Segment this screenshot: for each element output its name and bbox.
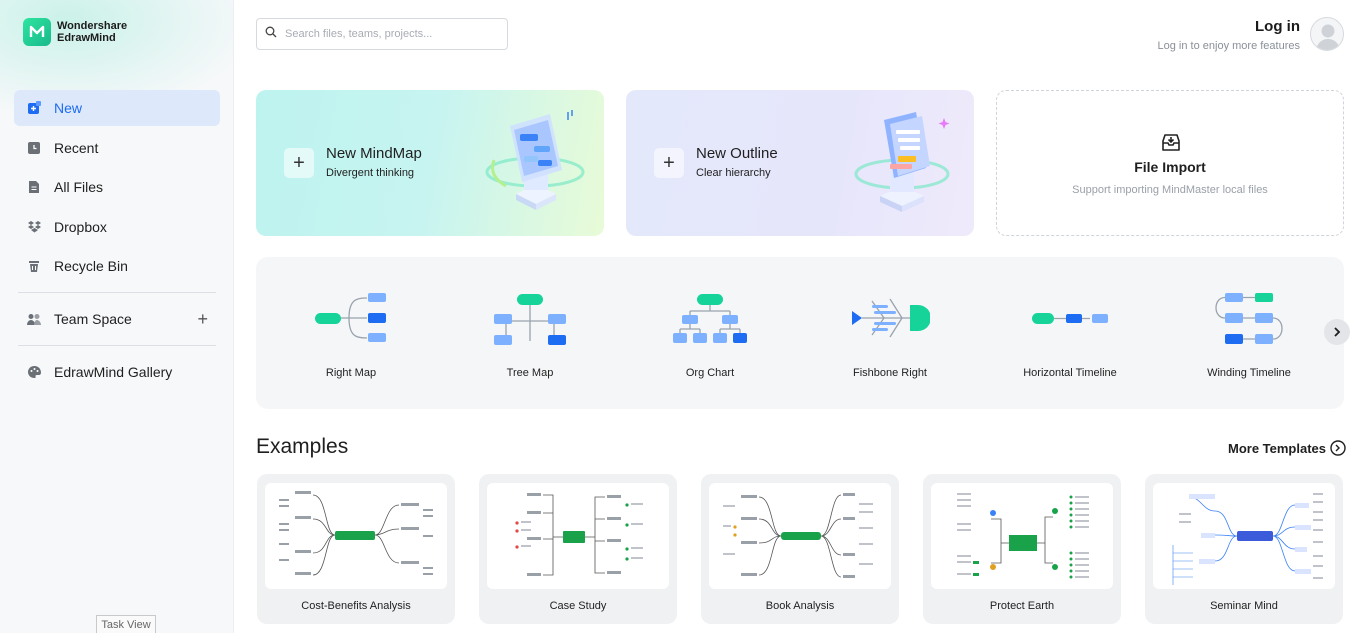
template-tree-map[interactable]: Tree Map: [440, 257, 620, 409]
plus-icon: +: [654, 148, 684, 178]
example-label: Cost-Benefits Analysis: [301, 600, 411, 612]
outline-illustration-icon: [854, 112, 950, 212]
next-templates-button[interactable]: [1324, 319, 1350, 345]
mindmap-illustration-icon: [485, 110, 585, 210]
example-card-cost-benefits[interactable]: Cost-Benefits Analysis: [257, 474, 455, 624]
sidebar-divider: [18, 345, 216, 346]
template-label: Right Map: [325, 367, 377, 379]
arrow-circle-icon: [1330, 440, 1346, 456]
example-card-book-analysis[interactable]: Book Analysis: [701, 474, 899, 624]
card-title: New MindMap: [326, 145, 422, 162]
brand-line-1: Wondershare: [57, 20, 128, 32]
template-strip: Right Map Tree Map Org Chart Fishbone Ri…: [256, 257, 1344, 409]
mindmap-thumbnail-icon: [723, 493, 873, 578]
login-area[interactable]: Log in Log in to enjoy more features: [1158, 18, 1300, 52]
example-thumbnail: [487, 483, 669, 589]
trash-icon: [26, 258, 42, 274]
sidebar-item-recent[interactable]: Recent: [14, 130, 220, 166]
sidebar-item-all-files[interactable]: All Files: [14, 169, 220, 205]
right-map-icon: [315, 293, 386, 342]
import-tray-icon: [1162, 134, 1180, 151]
template-fishbone-right[interactable]: Fishbone Right: [800, 257, 980, 409]
file-import-card[interactable]: File Import Support importing MindMaster…: [996, 90, 1344, 236]
sidebar-item-label: Dropbox: [54, 218, 107, 235]
sidebar-item-label: All Files: [54, 179, 104, 195]
horizontal-timeline-icon: [1032, 313, 1108, 324]
example-card-seminar-mind[interactable]: Seminar Mind: [1145, 474, 1343, 624]
team-icon: [26, 311, 42, 327]
new-outline-card[interactable]: + New Outline Clear hierarchy: [626, 90, 974, 236]
search-icon: [265, 25, 277, 43]
template-winding-timeline[interactable]: Winding Timeline: [1159, 257, 1339, 409]
mindmap-thumbnail-icon: [279, 491, 433, 576]
add-team-icon[interactable]: +: [197, 310, 208, 328]
more-templates-label: More Templates: [1228, 440, 1327, 456]
brand-name: Wondershare EdrawMind: [57, 20, 127, 44]
template-label: Fishbone Right: [853, 367, 927, 379]
card-subtitle: Clear hierarchy: [696, 167, 771, 179]
example-thumbnail: [265, 483, 447, 589]
fishbone-icon: [852, 298, 930, 338]
login-subtitle: Log in to enjoy more features: [1157, 40, 1300, 52]
chevron-right-icon: [1334, 327, 1341, 337]
mindmap-thumbnail-icon: [957, 493, 1089, 579]
brand-line-2: EdrawMind: [57, 32, 116, 44]
sidebar-item-team-space[interactable]: Team Space +: [14, 301, 220, 337]
sidebar-item-label: Recycle Bin: [54, 258, 128, 274]
mindmap-thumbnail-icon: [515, 493, 643, 576]
example-card-protect-earth[interactable]: Protect Earth: [923, 474, 1121, 624]
avatar[interactable]: [1310, 17, 1344, 51]
new-file-icon: [26, 100, 42, 116]
card-title: File Import: [1134, 159, 1206, 175]
sidebar: Wondershare EdrawMind New Recent All Fil…: [0, 0, 234, 633]
sidebar-item-label: EdrawMind Gallery: [54, 364, 173, 380]
app-logo[interactable]: Wondershare EdrawMind: [23, 18, 127, 46]
template-org-chart[interactable]: Org Chart: [620, 257, 800, 409]
user-icon: [1316, 24, 1340, 50]
search-box[interactable]: [256, 18, 508, 50]
examples-title: Examples: [256, 435, 349, 458]
search-input[interactable]: [285, 28, 495, 40]
mindmap-thumbnail-icon: [1172, 493, 1323, 585]
document-icon: [26, 179, 42, 195]
sidebar-item-recycle-bin[interactable]: Recycle Bin: [14, 248, 220, 284]
sidebar-nav: New Recent All Files Dropbox Recycle Bin: [14, 90, 220, 394]
template-label: Winding Timeline: [1207, 367, 1291, 379]
example-label: Seminar Mind: [1210, 600, 1278, 612]
sidebar-item-label: Recent: [54, 139, 99, 156]
example-label: Protect Earth: [989, 600, 1055, 612]
example-thumbnail: [1153, 483, 1335, 589]
login-title[interactable]: Log in: [1158, 18, 1300, 35]
edrawmind-logo-icon: [23, 18, 51, 46]
winding-timeline-icon: [1215, 293, 1283, 344]
template-label: Tree Map: [506, 367, 554, 379]
task-view-button[interactable]: Task View: [96, 615, 156, 633]
org-chart-icon: [673, 294, 747, 343]
template-label: Horizontal Timeline: [1023, 367, 1117, 379]
template-horizontal-timeline[interactable]: Horizontal Timeline: [980, 257, 1160, 409]
example-label: Book Analysis: [765, 600, 835, 612]
sidebar-item-gallery[interactable]: EdrawMind Gallery: [14, 354, 220, 390]
more-templates-link[interactable]: More Templates: [1228, 440, 1346, 456]
example-card-case-study[interactable]: Case Study: [479, 474, 677, 624]
example-label: Case Study: [549, 600, 607, 612]
sidebar-divider: [18, 292, 216, 293]
new-mindmap-card[interactable]: + New MindMap Divergent thinking: [256, 90, 604, 236]
sidebar-item-label: New: [54, 100, 83, 116]
sidebar-item-dropbox[interactable]: Dropbox: [14, 209, 220, 245]
example-thumbnail: [709, 483, 891, 589]
gallery-icon: [26, 364, 42, 380]
clock-icon: [26, 140, 42, 156]
example-thumbnail: [931, 483, 1113, 589]
template-right-map[interactable]: Right Map: [261, 257, 441, 409]
plus-icon: +: [284, 148, 314, 178]
sidebar-item-label: Team Space: [54, 311, 132, 327]
sidebar-item-new[interactable]: New: [14, 90, 220, 126]
tree-map-icon: [494, 294, 566, 345]
template-label: Org Chart: [685, 367, 735, 379]
card-title: New Outline: [696, 145, 778, 162]
dropbox-icon: [26, 219, 42, 235]
card-subtitle: Divergent thinking: [326, 167, 415, 179]
card-subtitle: Support importing MindMaster local files: [1072, 184, 1268, 196]
